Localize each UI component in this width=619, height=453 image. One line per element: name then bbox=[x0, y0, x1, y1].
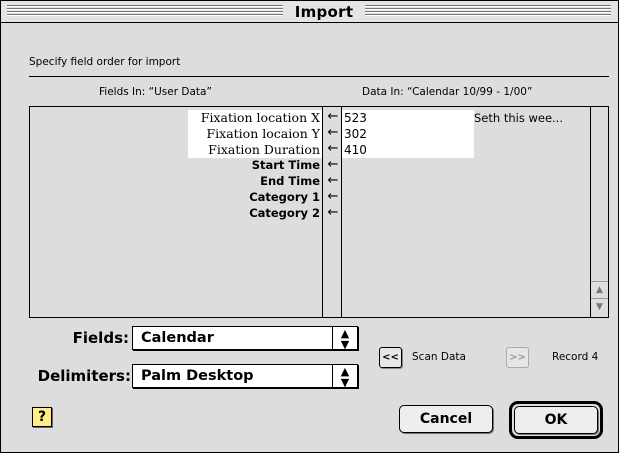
data-value: 523 bbox=[344, 111, 367, 125]
import-dialog: Import Specify field order for import Fi… bbox=[0, 0, 619, 453]
scroll-down-arrow-icon[interactable]: ▼ bbox=[591, 298, 608, 315]
fields-column: Fixation location X Fixation locaion Y F… bbox=[30, 107, 322, 317]
fields-popup-value: Calendar bbox=[141, 330, 214, 346]
vertical-scrollbar[interactable]: ▲ ▼ bbox=[590, 107, 608, 317]
window-title: Import bbox=[294, 3, 354, 21]
fields-popup-label: Fields: bbox=[72, 329, 129, 347]
field-mapping-list[interactable]: Fixation location X Fixation locaion Y F… bbox=[29, 106, 609, 318]
data-value: 302 bbox=[344, 127, 367, 141]
field-row[interactable]: Fixation Duration bbox=[208, 142, 320, 158]
left-arrow-icon: ← bbox=[327, 205, 339, 220]
data-value: 410 bbox=[344, 143, 367, 157]
field-row[interactable]: Category 1 bbox=[249, 190, 320, 206]
scan-data-label: Scan Data bbox=[412, 351, 466, 363]
left-arrow-icon: ← bbox=[327, 109, 339, 124]
delimiters-popup[interactable]: Palm Desktop ▲ ▼ bbox=[132, 364, 358, 388]
next-record-button[interactable]: >> bbox=[506, 347, 529, 368]
title-stripes-right bbox=[365, 5, 611, 18]
instruction-text: Specify field order for import bbox=[29, 56, 181, 68]
ok-button[interactable]: OK bbox=[514, 406, 598, 434]
left-arrow-icon: ← bbox=[327, 173, 339, 188]
cancel-button[interactable]: Cancel bbox=[399, 405, 493, 433]
scan-data-button[interactable]: << bbox=[379, 347, 402, 368]
field-row[interactable]: Category 2 bbox=[249, 206, 320, 222]
field-row[interactable]: Fixation location X bbox=[201, 110, 320, 126]
title-stripes-left bbox=[7, 5, 283, 18]
arrow-column: ← ← ← ← ← ← ← bbox=[322, 107, 342, 317]
popup-arrows-icon: ▲ ▼ bbox=[340, 327, 350, 351]
data-in-label: Data In: “Calendar 10/99 - 1/00” bbox=[362, 86, 533, 98]
field-row[interactable]: Start Time bbox=[252, 158, 320, 174]
data-column: 523 302 410 Seth this wee... bbox=[342, 107, 590, 317]
data-value-extra: Seth this wee... bbox=[474, 111, 563, 125]
fields-popup[interactable]: Calendar ▲ ▼ bbox=[132, 326, 358, 350]
help-icon[interactable]: ? bbox=[32, 407, 52, 427]
fields-in-label: Fields In: “User Data” bbox=[99, 86, 212, 98]
left-arrow-icon: ← bbox=[327, 189, 339, 204]
left-arrow-icon: ← bbox=[327, 157, 339, 172]
left-arrow-icon: ← bbox=[327, 141, 339, 156]
scroll-up-arrow-icon[interactable]: ▲ bbox=[591, 281, 608, 298]
divider bbox=[29, 76, 609, 77]
field-row[interactable]: Fixation locaion Y bbox=[206, 126, 320, 142]
popup-arrows-icon: ▲ ▼ bbox=[340, 365, 350, 389]
left-arrow-icon: ← bbox=[327, 125, 339, 140]
delimiters-popup-value: Palm Desktop bbox=[141, 368, 254, 384]
title-bar[interactable]: Import bbox=[1, 1, 618, 23]
record-label: Record 4 bbox=[552, 351, 599, 363]
delimiters-popup-label: Delimiters: bbox=[37, 367, 131, 385]
field-row[interactable]: End Time bbox=[260, 174, 320, 190]
